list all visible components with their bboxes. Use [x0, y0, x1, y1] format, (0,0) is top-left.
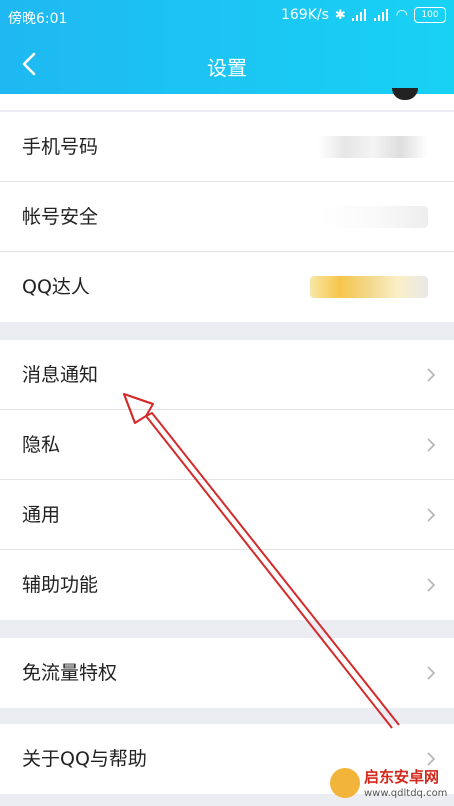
row-label: 帐号安全: [22, 206, 99, 228]
signal-icon-2: [373, 9, 390, 21]
bluetooth-icon: ✱: [334, 7, 346, 23]
row-label: 隐私: [22, 434, 61, 456]
settings-row-qq-expert[interactable]: QQ达人: [0, 252, 454, 322]
general-section: 消息通知 隐私 通用 辅助功能: [0, 340, 454, 620]
watermark-logo-icon: [330, 768, 360, 798]
settings-row-notifications[interactable]: 消息通知: [0, 340, 454, 410]
settings-row-phone[interactable]: 手机号码: [0, 112, 454, 182]
row-label: 消息通知: [22, 364, 99, 386]
chevron-right-icon: [427, 438, 436, 452]
status-bar: 傍晚6:01 169K/s ✱ ◠ 100: [0, 0, 454, 34]
watermark-name: 启东安卓网: [364, 768, 440, 786]
status-icons: 169K/s ✱ ◠ 100: [281, 7, 446, 23]
chevron-right-icon: [427, 578, 436, 592]
data-free-section: 免流量特权: [0, 638, 454, 708]
account-section: 手机号码 帐号安全 QQ达人: [0, 112, 454, 322]
nav-bar: 设置: [0, 34, 454, 94]
settings-row-account-security[interactable]: 帐号安全: [0, 182, 454, 252]
settings-row-general[interactable]: 通用: [0, 480, 454, 550]
wifi-icon: ◠: [395, 7, 408, 23]
row-label: 手机号码: [22, 136, 99, 158]
settings-row-accessibility[interactable]: 辅助功能: [0, 550, 454, 620]
blurred-value: [318, 136, 428, 158]
watermark-url: www.qdltdq.com: [364, 788, 448, 799]
watermark: 启东安卓网 www.qdltdq.com: [330, 764, 454, 806]
row-label: QQ达人: [22, 276, 90, 298]
chevron-right-icon: [427, 666, 436, 680]
chevron-right-icon: [427, 368, 436, 382]
blurred-value: [318, 206, 428, 228]
settings-row-data-free[interactable]: 免流量特权: [0, 638, 454, 708]
row-label: 通用: [22, 504, 61, 526]
signal-icon: [351, 9, 368, 21]
blurred-value: [310, 276, 428, 298]
status-time: 傍晚6:01: [8, 11, 68, 27]
row-label: 免流量特权: [22, 662, 118, 684]
network-speed: 169K/s: [280, 7, 329, 23]
previous-row-remnant: [0, 94, 454, 110]
battery-icon: 100: [414, 7, 446, 23]
page-title: 设置: [207, 56, 247, 80]
row-label: 关于QQ与帮助: [22, 748, 147, 770]
row-label: 辅助功能: [22, 574, 99, 596]
chevron-right-icon: [427, 508, 436, 522]
settings-row-privacy[interactable]: 隐私: [0, 410, 454, 480]
